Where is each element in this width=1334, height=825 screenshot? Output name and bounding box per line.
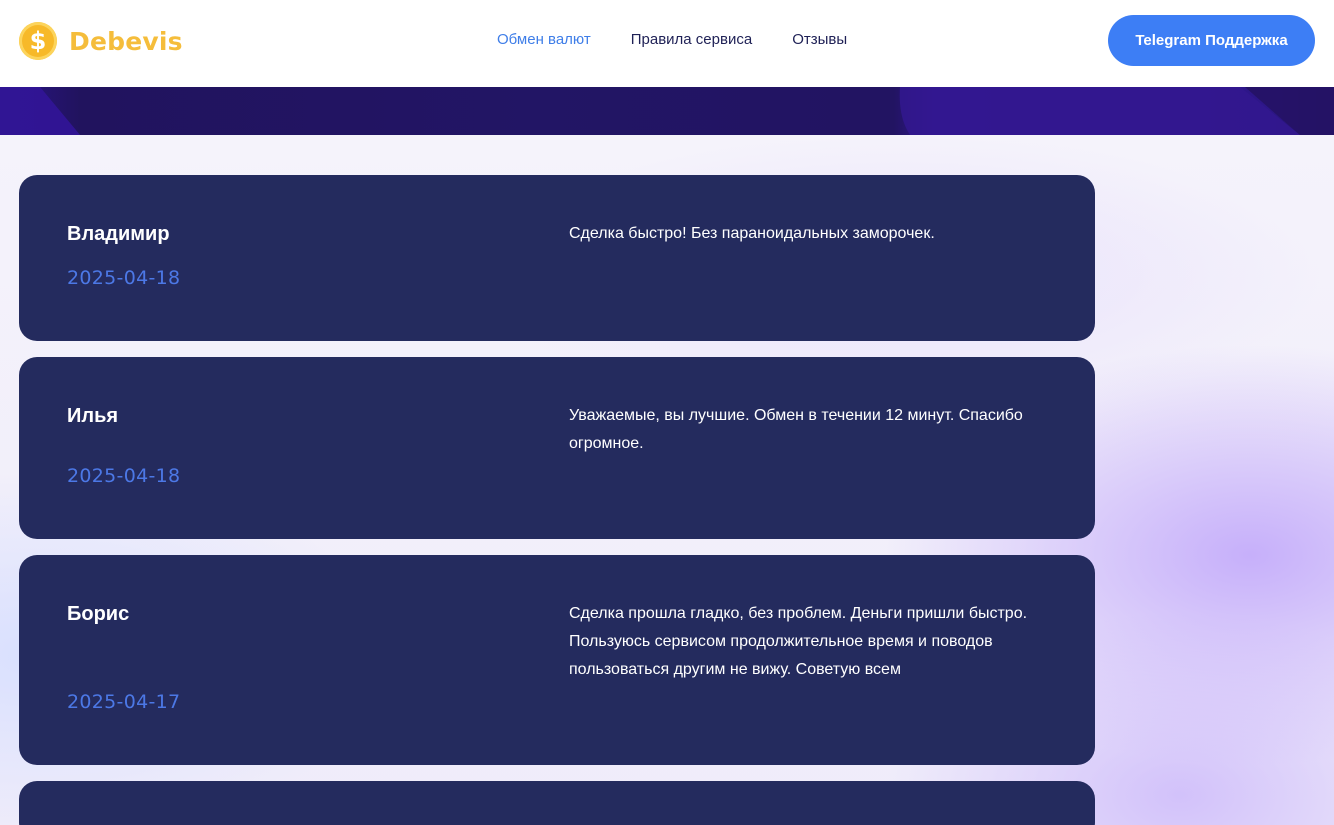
- nav-item-rules[interactable]: Правила сервиса: [631, 31, 752, 49]
- hero-banner-strip: [0, 87, 1334, 135]
- reviewer-name: Владимир: [67, 223, 170, 245]
- nav-item-reviews[interactable]: Отзывы: [792, 31, 847, 49]
- reviewer-name: Илья: [67, 405, 119, 427]
- review-text: Сделка быстро! Без параноидальных заморо…: [569, 225, 935, 242]
- logo-text: Debevis: [69, 26, 183, 56]
- reviews-list: Владимир 2025-04-18 Сделка быстро! Без п…: [19, 175, 1095, 825]
- site-header: $ Debevis Обмен валют Правила сервиса От…: [0, 0, 1334, 87]
- logo-link[interactable]: $ Debevis: [19, 22, 183, 60]
- review-date: 2025-04-18: [67, 465, 181, 487]
- banner-decoration: [0, 87, 1334, 135]
- review-date: 2025-04-18: [67, 267, 181, 289]
- reviewer-name: Борис: [67, 603, 130, 625]
- main-nav: Обмен валют Правила сервиса Отзывы: [497, 31, 847, 49]
- review-date: 2025-04-17: [67, 691, 181, 713]
- review-card: Илья 2025-04-18 Уважаемые, вы лучшие. Об…: [19, 357, 1095, 539]
- review-card: [19, 781, 1095, 825]
- logo-symbol: $: [29, 27, 47, 55]
- review-card: Борис 2025-04-17 Сделка прошла гладко, б…: [19, 555, 1095, 765]
- review-text: Сделка прошла гладко, без проблем. Деньг…: [569, 605, 1028, 678]
- nav-item-exchange[interactable]: Обмен валют: [497, 31, 591, 49]
- review-text: Уважаемые, вы лучшие. Обмен в течении 12…: [569, 407, 1023, 452]
- review-card: Владимир 2025-04-18 Сделка быстро! Без п…: [19, 175, 1095, 341]
- dollar-coin-icon: $: [19, 22, 57, 60]
- telegram-support-button[interactable]: Telegram Поддержка: [1108, 15, 1315, 66]
